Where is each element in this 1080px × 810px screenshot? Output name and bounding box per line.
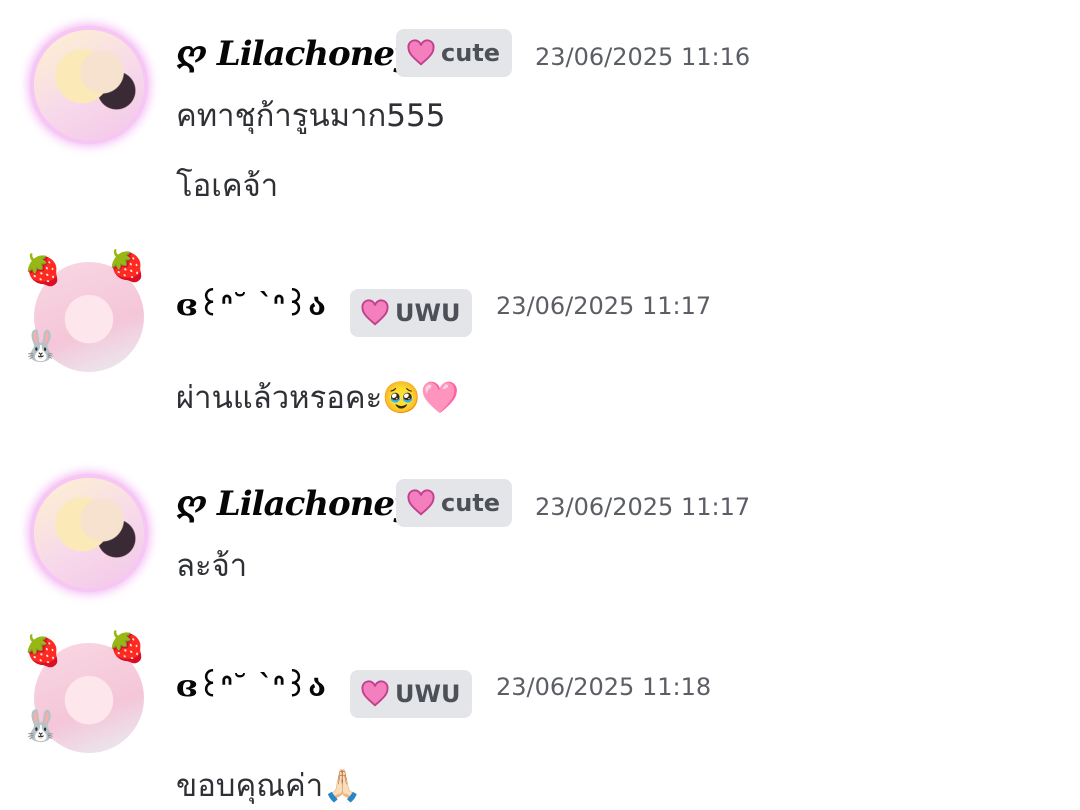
message-text: ผ่านแล้วหรอคะ🥹🩷	[176, 380, 460, 416]
strawberry-icon: 🍓	[24, 634, 62, 669]
timestamp[interactable]: 23/06/2025 11:17	[496, 292, 711, 320]
strawberry-icon: 🍓	[108, 630, 146, 665]
role-tag[interactable]: cute	[396, 479, 513, 527]
username[interactable]: ɞ꒰ᐢ˘ `ᐢ꒱ა	[176, 665, 326, 704]
pink-heart-icon	[360, 679, 390, 709]
username[interactable]: ღ 𝑳𝒊𝒍𝒂𝒄𝒉𝒐𝒏𝒆𝒚	[176, 484, 414, 524]
role-tag[interactable]: UWU	[350, 670, 473, 718]
role-tag-label: UWU	[395, 680, 461, 708]
role-tag-label: UWU	[395, 299, 461, 327]
avatar[interactable]	[34, 30, 144, 140]
message-text: ขอบคุณค่า🙏🏻	[176, 768, 362, 804]
bunny-icon: 🐰	[22, 329, 60, 364]
avatar[interactable]	[34, 478, 144, 588]
role-tag-label: cute	[441, 39, 501, 67]
username[interactable]: ღ 𝑳𝒊𝒍𝒂𝒄𝒉𝒐𝒏𝒆𝒚	[176, 34, 414, 74]
message-text: คทาชุก้ารูนมาก555	[176, 98, 446, 134]
message-text: ละจ้า	[176, 548, 248, 584]
role-tag[interactable]: UWU	[350, 289, 473, 337]
timestamp[interactable]: 23/06/2025 11:17	[535, 493, 750, 521]
timestamp[interactable]: 23/06/2025 11:16	[535, 43, 750, 71]
pink-heart-icon	[406, 488, 436, 518]
role-tag-label: cute	[441, 489, 501, 517]
pink-heart-icon	[406, 38, 436, 68]
timestamp[interactable]: 23/06/2025 11:18	[496, 673, 711, 701]
bunny-icon: 🐰	[22, 709, 60, 744]
username[interactable]: ɞ꒰ᐢ˘ `ᐢ꒱ა	[176, 284, 326, 323]
strawberry-icon: 🍓	[108, 249, 146, 284]
strawberry-icon: 🍓	[24, 253, 62, 288]
pink-heart-icon	[360, 298, 390, 328]
role-tag[interactable]: cute	[396, 29, 513, 77]
message-text: โอเคจ้า	[176, 168, 279, 204]
